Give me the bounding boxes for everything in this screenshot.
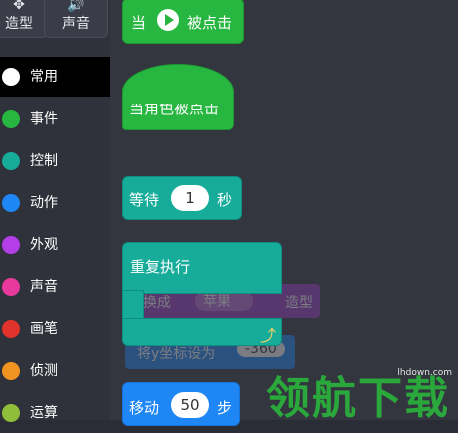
hat-cap	[122, 64, 234, 104]
category-label: 外观	[30, 237, 58, 253]
block-wait-suffix: 秒	[217, 191, 233, 209]
block-move-prefix: 移动	[129, 399, 160, 417]
category-events[interactable]: 事件	[0, 99, 110, 139]
category-label: 动作	[30, 195, 58, 211]
control-dot-icon	[2, 152, 20, 170]
repeat-arrow-icon: ⤴	[260, 326, 277, 345]
category-control[interactable]: 控制	[0, 141, 110, 181]
block-when-flag-prefix: 当	[131, 14, 147, 32]
tab-costume-label: 造型	[5, 16, 33, 32]
operators-dot-icon	[2, 404, 20, 422]
category-looks[interactable]: 外观	[0, 225, 110, 265]
tab-sound-label: 声音	[62, 16, 90, 32]
tab-sound[interactable]: 🔊 声音	[44, 0, 108, 38]
watermark-logo: 领航下载	[266, 373, 450, 424]
move-steps-input[interactable]: 50	[171, 392, 209, 418]
looks-dot-icon	[2, 236, 20, 254]
category-sensing[interactable]: 侦测	[0, 351, 110, 391]
category-label: 画笔	[30, 321, 58, 337]
sound-dot-icon	[2, 278, 20, 296]
category-label: 运算	[30, 405, 58, 421]
wait-seconds-input[interactable]: 1	[171, 185, 209, 211]
category-pen[interactable]: 画笔	[0, 309, 110, 349]
block-repeat-label: 重复执行	[130, 258, 191, 276]
block-move[interactable]: 移动 50 步	[122, 382, 240, 426]
repeat-bottom-arm	[122, 318, 282, 346]
category-label: 侦测	[30, 363, 58, 379]
sound-icon: 🔊	[67, 0, 85, 13]
pen-dot-icon	[2, 320, 20, 338]
category-label: 常用	[30, 69, 58, 85]
events-dot-icon	[2, 110, 20, 128]
sensing-dot-icon	[2, 362, 20, 380]
asset-tabs: ✥ 造型 🔊 声音	[0, 0, 110, 40]
block-wait-prefix: 等待	[129, 191, 160, 209]
block-repeat-forever[interactable]: 重复执行 ⤴	[122, 242, 282, 346]
block-when-flag-clicked[interactable]: 当 被点击	[122, 0, 244, 44]
category-operators[interactable]: 运算	[0, 393, 110, 433]
category-label: 声音	[30, 279, 58, 295]
costume-icon: ✥	[13, 0, 25, 13]
block-palette: 换成 苹果 造型 将y坐标设为 -360 当 被点击 当角色被点击 等待 1 秒…	[110, 0, 458, 426]
block-move-suffix: 步	[217, 399, 233, 417]
category-common[interactable]: 常用	[0, 57, 110, 97]
category-sidebar: ✥ 造型 🔊 声音 常用 事件 控制 动作 外观 声音 画笔 侦测 运算	[0, 0, 110, 422]
common-dot-icon	[2, 68, 20, 86]
tab-costume[interactable]: ✥ 造型	[0, 0, 48, 38]
ghost-switch-suffix: 造型	[285, 295, 313, 311]
green-flag-icon	[157, 9, 179, 31]
category-motion[interactable]: 动作	[0, 183, 110, 223]
block-when-flag-suffix: 被点击	[187, 14, 233, 32]
category-label: 事件	[30, 111, 58, 127]
motion-dot-icon	[2, 194, 20, 212]
category-sound[interactable]: 声音	[0, 267, 110, 307]
category-label: 控制	[30, 153, 58, 169]
ghost-set-y-label: 将y坐标设为	[137, 346, 216, 362]
block-wait[interactable]: 等待 1 秒	[122, 176, 242, 220]
